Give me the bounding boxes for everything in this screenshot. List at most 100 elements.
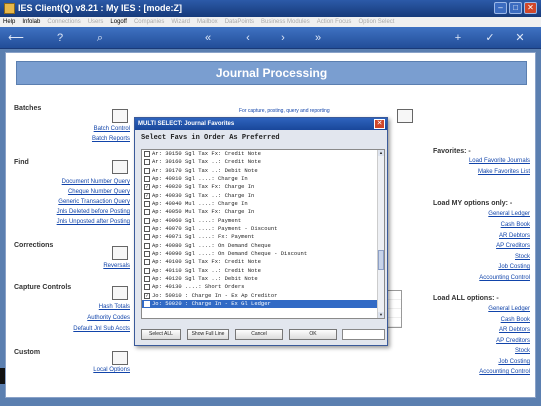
menu-item[interactable]: Connections	[47, 17, 80, 27]
document-number-query-link[interactable]: Document Number Query	[62, 179, 130, 185]
scroll-thumb[interactable]	[378, 250, 384, 270]
list-item[interactable]: Ap: 40050 Mul Tax Fx: Charge In	[142, 208, 384, 216]
item-checkbox[interactable]: ✓	[144, 192, 150, 199]
first-icon[interactable]: «	[200, 30, 216, 46]
list-item[interactable]: Ar: 30160 Sgl Tax ..: Credit Note	[142, 158, 384, 166]
close-button[interactable]: ✕	[524, 2, 537, 14]
home-icon[interactable]: ⟵	[8, 30, 24, 46]
local-options-link[interactable]: Local Options	[93, 367, 130, 373]
list-item[interactable]: ✓ Jo: 50020 : Charge In - Ex Gl Ledger	[142, 299, 384, 309]
item-checkbox[interactable]	[144, 151, 150, 158]
show-full-line-button[interactable]: Show Full Line	[187, 329, 229, 340]
all-ar-debtors-link[interactable]: AR Debtors	[499, 327, 530, 333]
my-ap-creditors-link[interactable]: AP Creditors	[496, 243, 530, 249]
menu-item[interactable]: Wizard	[171, 17, 190, 27]
list-item[interactable]: Ap: 40040 Mul ....: Charge In	[142, 200, 384, 208]
my-job-costing-link[interactable]: Job Costing	[498, 264, 530, 270]
all-ap-creditors-link[interactable]: AP Creditors	[496, 338, 530, 344]
item-checkbox[interactable]: ✓	[144, 301, 150, 308]
dialog-input[interactable]	[342, 329, 385, 340]
maximize-button[interactable]: □	[509, 2, 522, 14]
make-favorites-list-link[interactable]: Make Favorites List	[478, 169, 530, 175]
add-icon[interactable]: +	[450, 30, 466, 46]
my-cash-book-link[interactable]: Cash Book	[501, 222, 530, 228]
list-item[interactable]: Ap: 40060 Sgl ....: Payment	[142, 217, 384, 225]
cheque-number-query-link[interactable]: Cheque Number Query	[68, 189, 130, 195]
my-accounting-control-link[interactable]: Accounting Control	[479, 275, 530, 281]
hash-totals-link[interactable]: Hash Totals	[99, 304, 130, 310]
list-item[interactable]: Ap: 40010 Sgl ....: Charge In	[142, 175, 384, 183]
item-checkbox[interactable]	[144, 284, 150, 291]
all-cash-book-link[interactable]: Cash Book	[501, 317, 530, 323]
menu-item[interactable]: Help	[3, 17, 15, 27]
scroll-up-icon[interactable]: ▲	[378, 150, 384, 156]
item-checkbox[interactable]	[144, 167, 150, 174]
all-general-ledger-link[interactable]: General Ledger	[488, 306, 530, 312]
ok-button[interactable]: OK	[289, 329, 337, 340]
load-favorite-journals-link[interactable]: Load Favorite Journals	[469, 158, 530, 164]
item-checkbox[interactable]	[144, 209, 150, 216]
list-scrollbar[interactable]: ▲ ▼	[377, 150, 384, 318]
close-icon[interactable]: ✕	[512, 30, 528, 46]
search-icon[interactable]: ⌕	[92, 30, 108, 46]
last-icon[interactable]: »	[310, 30, 326, 46]
menu-item[interactable]: Action Focus	[317, 17, 352, 27]
my-general-ledger-link[interactable]: General Ledger	[488, 211, 530, 217]
generic-transaction-query-link[interactable]: Generic Transaction Query	[58, 199, 130, 205]
list-item[interactable]: Ap: 40130 ....: Short Orders	[142, 283, 384, 291]
list-item[interactable]: Ap: 40070 Sgl ....: Payment - Discount	[142, 225, 384, 233]
item-checkbox[interactable]	[144, 259, 150, 266]
menu-item[interactable]: Business Modules	[261, 17, 310, 27]
list-item[interactable]: Ap: 40110 Sgl Tax ..: Credit Note	[142, 267, 384, 275]
all-accounting-control-link[interactable]: Accounting Control	[479, 369, 530, 375]
list-item[interactable]: ✓ Ap: 40020 Sgl Tax Fx: Charge In	[142, 183, 384, 191]
item-checkbox[interactable]	[144, 159, 150, 166]
list-item[interactable]: Ap: 40100 Sgl Tax Fx: Credit Note	[142, 258, 384, 266]
next-icon[interactable]: ›	[275, 30, 291, 46]
prev-icon[interactable]: ‹	[240, 30, 256, 46]
help-icon[interactable]: ?	[52, 30, 68, 46]
item-checkbox[interactable]	[144, 242, 150, 249]
item-checkbox[interactable]	[144, 234, 150, 241]
all-job-costing-link[interactable]: Job Costing	[498, 359, 530, 365]
default-jnl-sub-accts-link[interactable]: Default Jnl Sub Accts	[73, 326, 130, 332]
list-item[interactable]: Ap: 40090 Sgl ....: On Demand Cheque - D…	[142, 250, 384, 258]
batch-reports-link[interactable]: Batch Reports	[92, 136, 130, 142]
item-checkbox[interactable]	[144, 176, 150, 183]
dialog-close-button[interactable]: ✕	[374, 119, 385, 129]
item-checkbox[interactable]	[144, 226, 150, 233]
item-checkbox[interactable]	[144, 276, 150, 283]
item-checkbox[interactable]	[144, 217, 150, 224]
list-item[interactable]: Ar: 30170 Sgl Tax ..: Debit Note	[142, 167, 384, 175]
jnls-deleted-link[interactable]: Jnls Deleted before Posting	[57, 209, 130, 215]
my-stock-link[interactable]: Stock	[515, 254, 530, 260]
check-icon[interactable]: ✓	[482, 30, 498, 46]
list-item[interactable]: ✓ Jo: 50010 : Charge In - Ex Ap Creditor	[142, 292, 384, 300]
cancel-button[interactable]: Cancel	[235, 329, 283, 340]
list-item[interactable]: Ap: 40080 Sgl ....: On Demand Cheque	[142, 242, 384, 250]
menu-item[interactable]: Users	[88, 17, 104, 27]
item-checkbox[interactable]: ✓	[144, 292, 150, 299]
list-item[interactable]: Ap: 40120 Sgl Tax ..: Debit Note	[142, 275, 384, 283]
menu-item[interactable]: Mailbox	[197, 17, 218, 27]
item-checkbox[interactable]	[144, 267, 150, 274]
my-ar-debtors-link[interactable]: AR Debtors	[499, 233, 530, 239]
reversals-link[interactable]: Reversals	[103, 263, 130, 269]
authority-codes-link[interactable]: Authority Codes	[87, 315, 130, 321]
list-item[interactable]: Ar: 30150 Sgl Tax Fx: Credit Note	[142, 150, 384, 158]
batch-control-link[interactable]: Batch Control	[94, 126, 130, 132]
menu-item[interactable]: DataPoints	[225, 17, 254, 27]
scroll-down-icon[interactable]: ▼	[378, 312, 384, 318]
jnls-unposted-link[interactable]: Jnls Unposted after Posting	[57, 219, 130, 225]
item-checkbox[interactable]	[144, 201, 150, 208]
minimize-button[interactable]: –	[494, 2, 507, 14]
all-stock-link[interactable]: Stock	[515, 348, 530, 354]
menu-item[interactable]: Infolab	[22, 17, 40, 27]
list-item[interactable]: ✓ Ap: 40030 Sgl Tax ..: Charge In	[142, 192, 384, 200]
menu-item[interactable]: Companies	[134, 17, 164, 27]
menu-item[interactable]: Option Select	[358, 17, 394, 27]
item-checkbox[interactable]	[144, 251, 150, 258]
menu-item[interactable]: Logoff	[110, 17, 127, 27]
list-item[interactable]: Ap: 40071 Sgl ....: Fx: Payment	[142, 233, 384, 241]
item-checkbox[interactable]: ✓	[144, 184, 150, 191]
